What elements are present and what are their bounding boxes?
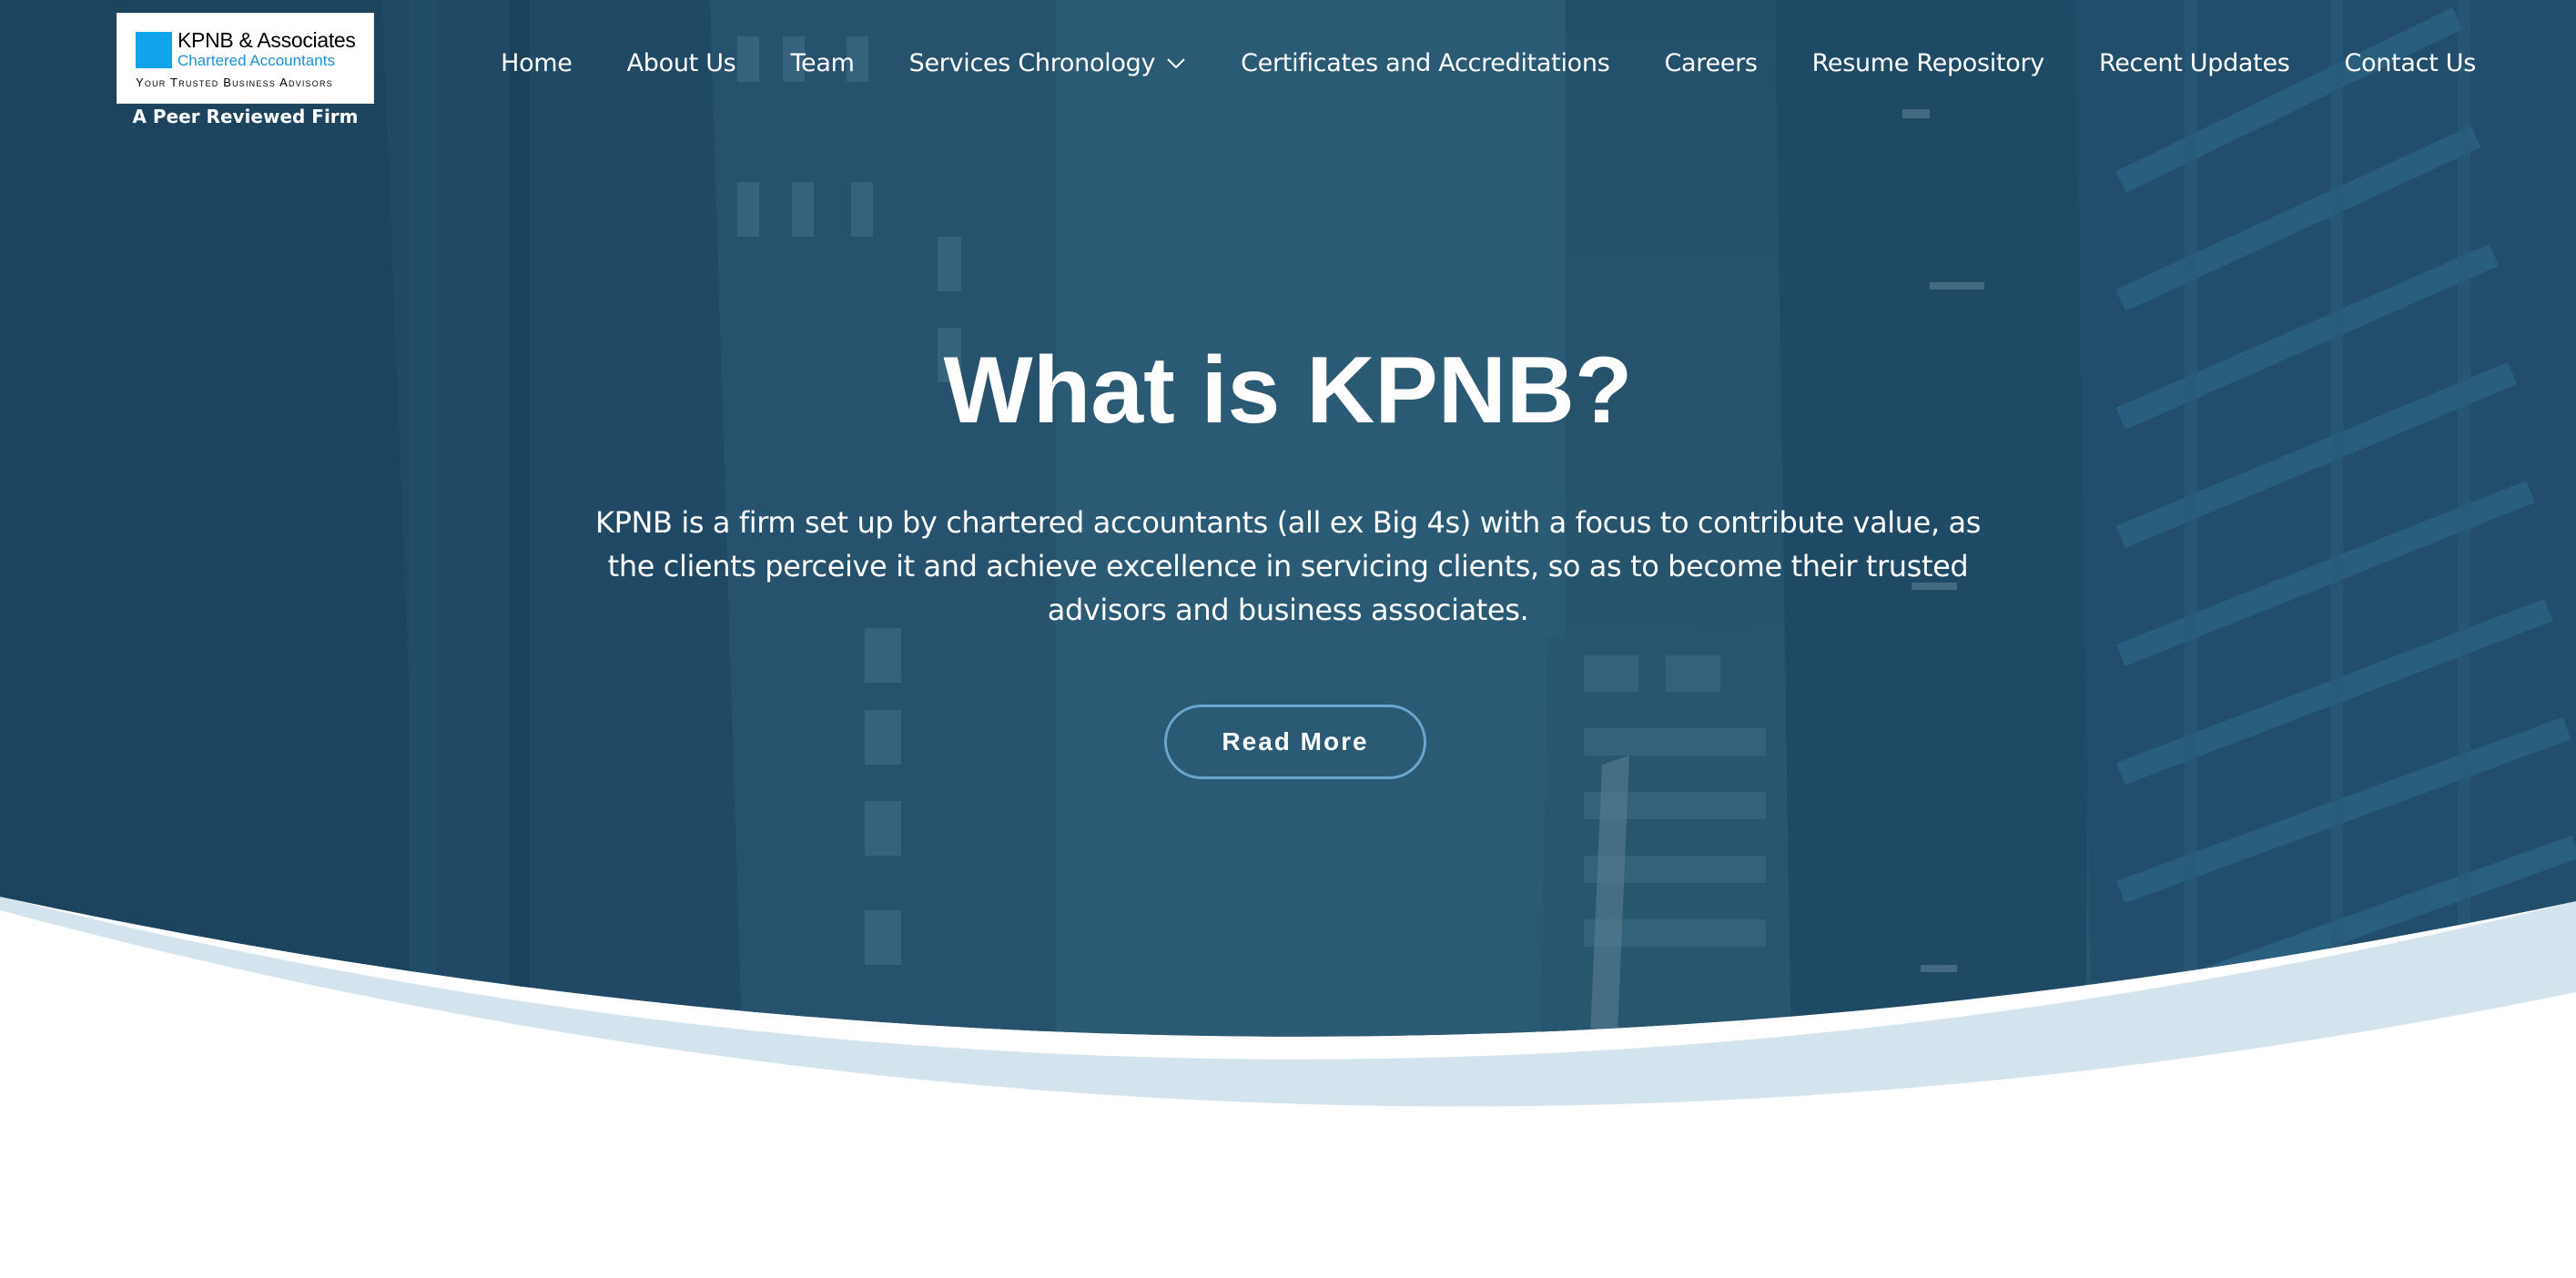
nav-item-recent-updates[interactable]: Recent Updates [2099,49,2290,77]
nav-item-label: Team [790,49,855,77]
logo-square-icon [136,32,172,68]
hero-description: KPNB is a firm set up by chartered accou… [595,505,1981,627]
nav-item-label: Careers [1664,49,1758,77]
hero-title: What is KPNB? [943,338,1633,443]
nav-item-careers[interactable]: Careers [1664,49,1758,77]
nav-item-contact-us[interactable]: Contact Us [2344,49,2477,77]
chevron-down-icon [1167,57,1185,68]
read-more-label: Read More [1222,727,1369,756]
logo-subtitle: Chartered Accountants [177,52,335,69]
logo-brand-name: KPNB & Associates [177,28,356,52]
nav-item-team[interactable]: Team [790,49,854,77]
hero-background-image [0,0,2576,1107]
main-navigation: Home About Us Team Services Chronology C… [501,49,2476,77]
nav-item-label: Home [501,49,573,77]
logo-tagline: Your Trusted Business Advisors [136,76,333,89]
peer-reviewed-note: A Peer Reviewed Firm [132,106,359,127]
brand-logo[interactable]: KPNB & Associates Chartered Accountants … [117,13,374,104]
hero-background [0,0,2576,1278]
nav-item-label: Contact Us [2344,49,2477,77]
nav-item-label: Resume Repository [1811,49,2045,77]
nav-item-services-chronology[interactable]: Services Chronology [909,49,1187,77]
nav-item-certificates[interactable]: Certificates and Accreditations [1241,49,1610,77]
nav-item-label: Certificates and Accreditations [1241,49,1610,77]
read-more-button[interactable]: Read More [1164,705,1426,779]
nav-item-home[interactable]: Home [501,49,573,77]
nav-item-about-us[interactable]: About Us [627,49,736,77]
nav-item-label: Recent Updates [2098,49,2290,77]
page: KPNB & Associates Chartered Accountants … [0,0,2576,1278]
site-header: KPNB & Associates Chartered Accountants … [0,0,2576,155]
nav-item-label: About Us [626,49,736,77]
nav-item-resume-repository[interactable]: Resume Repository [1811,49,2045,77]
nav-item-label: Services Chronology [908,49,1156,77]
